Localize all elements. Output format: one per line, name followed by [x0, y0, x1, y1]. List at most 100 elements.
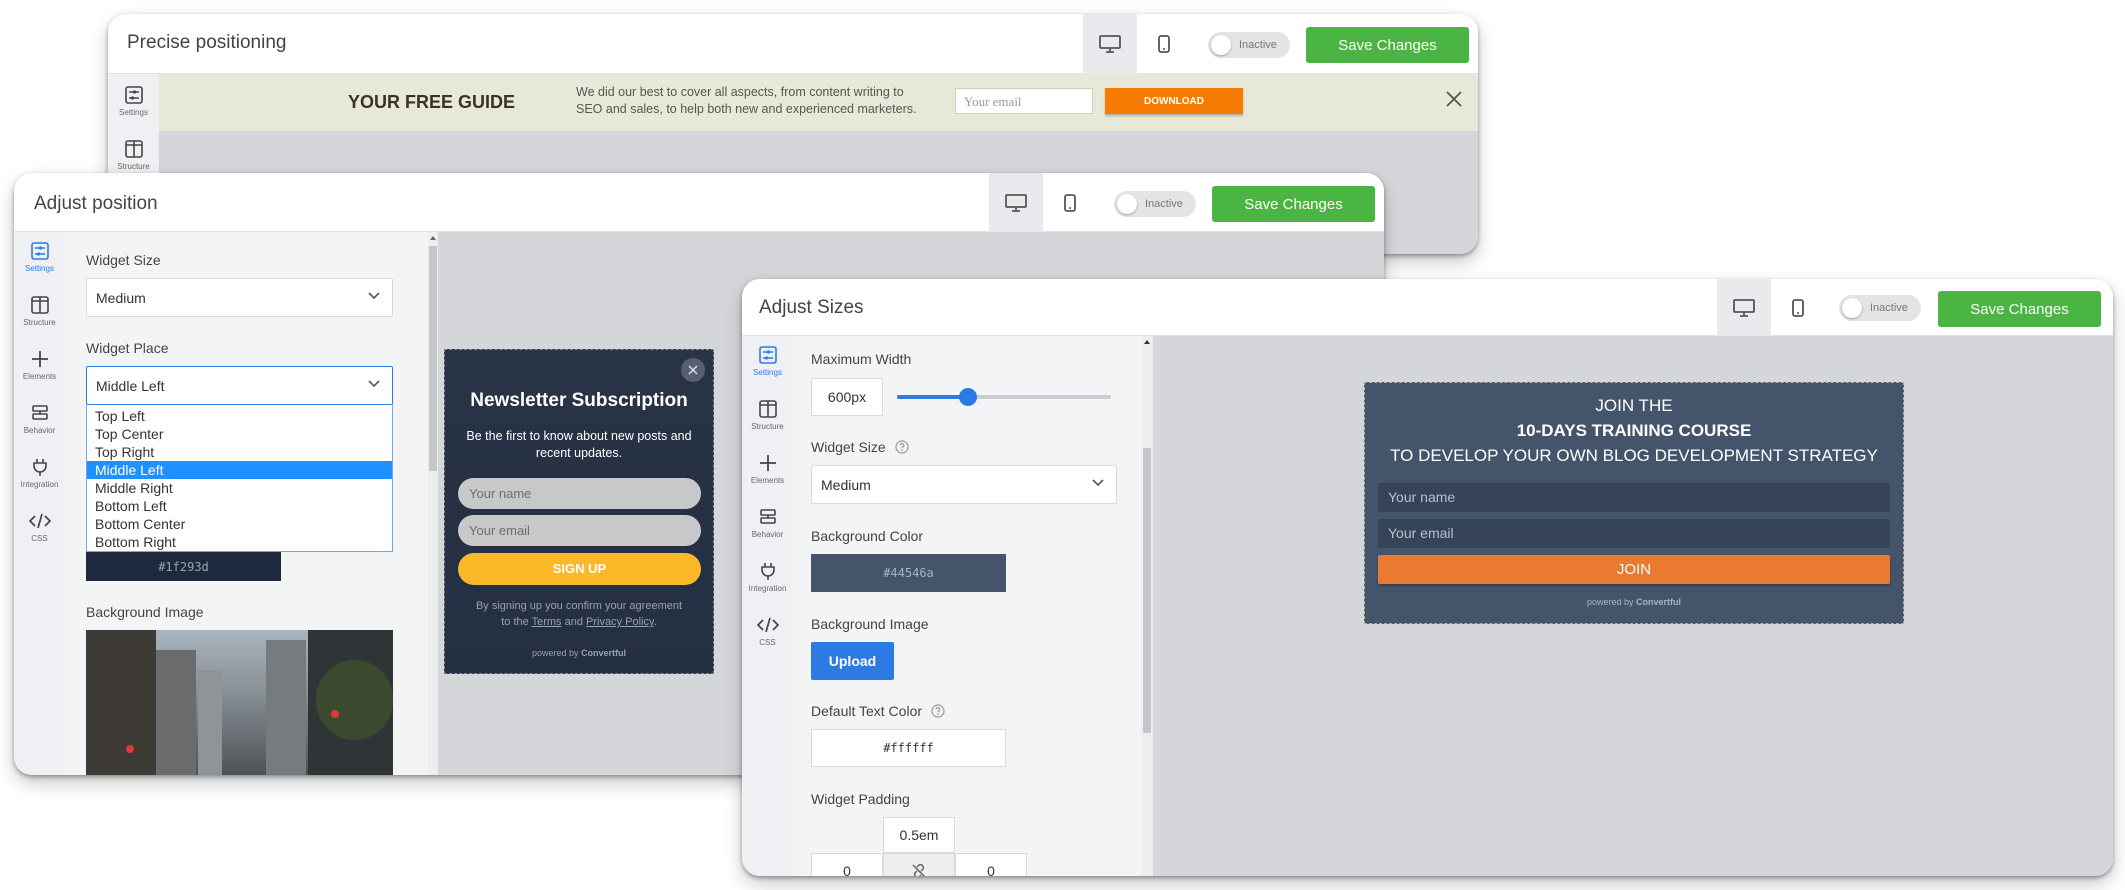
popup-close-button[interactable] — [681, 358, 705, 382]
desktop-view-button[interactable] — [989, 173, 1043, 233]
save-changes-button[interactable]: Save Changes — [1306, 27, 1469, 63]
widget-line-2: 10-DAYS TRAINING COURSE — [1516, 421, 1752, 440]
scrollbar-thumb[interactable] — [429, 246, 437, 471]
sidebar-item-css[interactable]: CSS — [14, 512, 65, 543]
padding-left-input[interactable]: 0 — [811, 853, 883, 876]
popup-email-input[interactable]: Your email — [458, 515, 701, 546]
sidebar-item-label: Behavior — [23, 426, 56, 435]
sidebar-item-settings[interactable]: Settings — [742, 346, 793, 377]
legal-line: to the Terms and Privacy Policy. — [445, 614, 713, 630]
sidebar-item-structure[interactable]: Structure — [14, 296, 65, 327]
scrollbar-up-arrow[interactable] — [430, 236, 436, 240]
status-toggle[interactable]: Inactive — [1208, 32, 1290, 58]
download-button[interactable]: DOWNLOAD — [1105, 88, 1243, 114]
text-color-label-text: Default Text Color — [811, 703, 923, 719]
privacy-policy-link[interactable]: Privacy Policy — [586, 616, 654, 628]
dropdown-option[interactable]: Top Left — [87, 407, 392, 425]
padding-link-toggle[interactable] — [883, 853, 955, 876]
bg-color-label: Background Color — [811, 528, 924, 544]
scrollbar-up-arrow[interactable] — [1144, 340, 1150, 344]
traffic-light — [331, 710, 339, 718]
text-color-swatch[interactable]: #ffffff — [811, 729, 1006, 767]
color-swatch[interactable]: #1f293d — [86, 552, 281, 581]
widget-size-select[interactable]: Medium — [86, 278, 393, 317]
sidebar-item-integration[interactable]: Integration — [14, 458, 65, 489]
scrollbar-thumb[interactable] — [1143, 448, 1151, 733]
padding-label: Widget Padding — [811, 791, 910, 807]
dropdown-option-selected[interactable]: Middle Left — [87, 461, 392, 479]
mobile-view-button[interactable] — [1771, 279, 1825, 336]
sidebar-item-structure[interactable]: Structure — [108, 140, 159, 171]
select-value: Medium — [821, 477, 871, 493]
dropdown-option[interactable]: Top Center — [87, 425, 392, 443]
widget-size-label-text: Widget Size — [811, 439, 886, 455]
max-width-input[interactable]: 600px — [811, 378, 883, 416]
color-hex: #1f293d — [158, 559, 209, 574]
padding-top-input[interactable]: 0.5em — [883, 817, 955, 853]
sidebar-item-integration[interactable]: Integration — [742, 562, 793, 593]
name-placeholder: Your name — [469, 486, 532, 501]
bg-color-swatch[interactable]: #44546a — [811, 554, 1006, 592]
mobile-view-button[interactable] — [1137, 14, 1191, 74]
padding-top-value: 0.5em — [899, 827, 939, 843]
window-title: Adjust Sizes — [759, 297, 864, 318]
dropdown-option[interactable]: Middle Right — [87, 479, 392, 497]
max-width-slider[interactable] — [897, 388, 1111, 406]
newsletter-popup: Newsletter Subscription Be the first to … — [444, 349, 714, 674]
sidebar-item-structure[interactable]: Structure — [742, 400, 793, 431]
dropdown-option[interactable]: Bottom Center — [87, 515, 392, 533]
signup-button[interactable]: SIGN UP — [458, 553, 701, 585]
powered-prefix: powered by — [1586, 597, 1634, 607]
widget-size-label: Widget Size — [811, 439, 909, 455]
sidebar-item-behavior[interactable]: Behavior — [14, 404, 65, 435]
desktop-icon — [1099, 35, 1121, 53]
panel-scrollbar[interactable] — [428, 232, 438, 775]
desktop-view-button[interactable] — [1717, 279, 1771, 336]
dropdown-option[interactable]: Top Right — [87, 443, 392, 461]
sidebar-item-settings[interactable]: Settings — [108, 86, 159, 117]
widget-size-select[interactable]: Medium — [811, 465, 1117, 504]
widget-email-input[interactable]: Your email — [1378, 519, 1890, 548]
legal-end: . — [653, 616, 657, 628]
padding-right-value: 0 — [987, 863, 995, 876]
window-header: Precise positioning Inactive Save Change… — [108, 14, 1478, 74]
terms-link[interactable]: Terms — [532, 616, 562, 628]
toggle-label: Inactive — [1145, 198, 1183, 210]
save-changes-button[interactable]: Save Changes — [1212, 186, 1375, 222]
status-toggle[interactable]: Inactive — [1114, 191, 1196, 217]
help-icon[interactable] — [894, 440, 909, 454]
bar-email-input[interactable]: Your email — [955, 88, 1093, 114]
structure-icon — [758, 400, 777, 418]
dropdown-option[interactable]: Bottom Left — [87, 497, 392, 515]
popup-subtitle: Be the first to know about new posts and… — [445, 428, 713, 462]
sidebar-item-css[interactable]: CSS — [742, 616, 793, 647]
join-button[interactable]: JOIN — [1378, 555, 1890, 584]
select-value: Middle Left — [96, 378, 165, 394]
padding-right-input[interactable]: 0 — [955, 853, 1027, 876]
sidebar-item-settings[interactable]: Settings — [14, 242, 65, 273]
bg-image-preview[interactable] — [86, 630, 393, 775]
sidebar-item-label: Structure — [117, 162, 150, 171]
widget-name-input[interactable]: Your name — [1378, 483, 1890, 512]
sidebar-item-behavior[interactable]: Behavior — [742, 508, 793, 539]
desktop-view-button[interactable] — [1083, 14, 1137, 74]
widget-place-select[interactable]: Middle Left — [86, 366, 393, 405]
dropdown-option[interactable]: Bottom Right — [87, 533, 392, 551]
sidebar-item-elements[interactable]: Elements — [742, 454, 793, 485]
sidebar-item-elements[interactable]: Elements — [14, 350, 65, 381]
email-placeholder: Your email — [1388, 525, 1454, 541]
close-icon[interactable] — [1445, 90, 1463, 108]
tree — [316, 660, 393, 740]
popup-name-input[interactable]: Your name — [458, 478, 701, 509]
mobile-view-button[interactable] — [1043, 173, 1097, 233]
code-icon — [28, 513, 51, 529]
panel-scrollbar[interactable] — [1141, 336, 1153, 876]
status-toggle[interactable]: Inactive — [1839, 295, 1921, 321]
slider-handle[interactable] — [958, 388, 977, 406]
toggle-knob — [1842, 298, 1862, 318]
save-changes-button[interactable]: Save Changes — [1938, 291, 2101, 327]
widget-line-1: JOIN THE — [1595, 396, 1673, 415]
sidebar-item-label: CSS — [759, 638, 776, 647]
help-icon[interactable] — [931, 704, 945, 718]
upload-button[interactable]: Upload — [811, 642, 894, 680]
